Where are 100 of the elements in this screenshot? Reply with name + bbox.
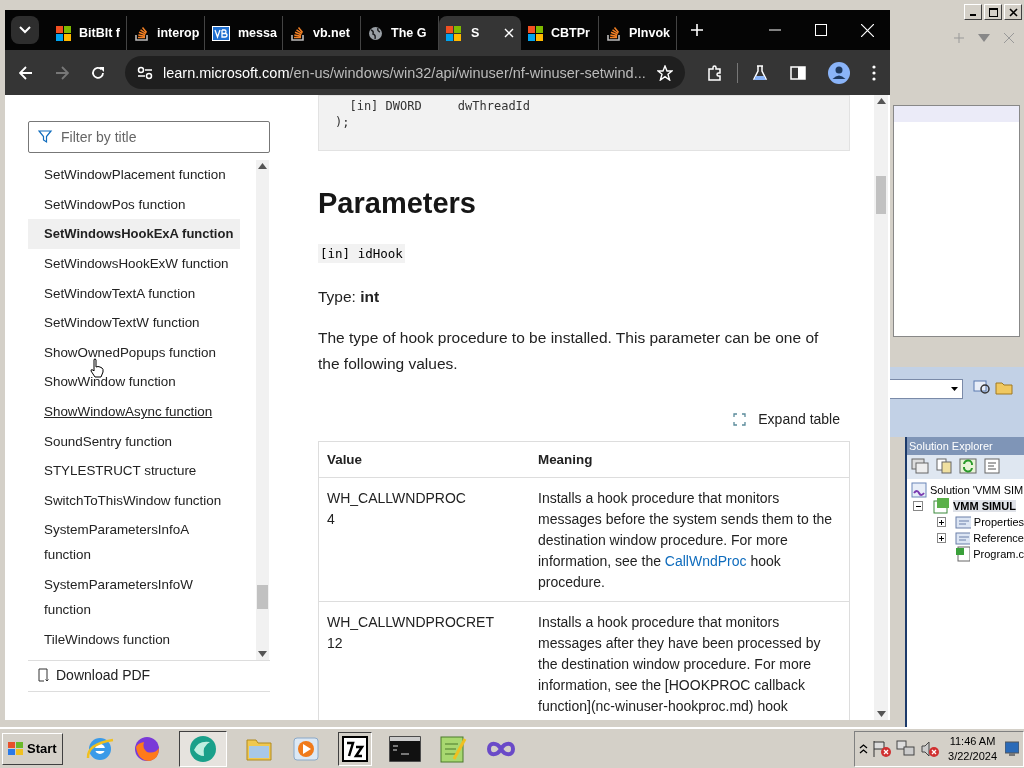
tree-item[interactable]: Reference (973, 532, 1024, 544)
plus-icon (938, 534, 945, 542)
volume-muted-icon[interactable] (920, 739, 941, 758)
filter-icon (38, 130, 53, 144)
scrollbar[interactable] (256, 160, 269, 660)
document-icon (38, 668, 50, 682)
browser-tab[interactable]: S (439, 16, 521, 50)
extensions-icon[interactable] (707, 64, 723, 81)
minimize-icon (970, 14, 976, 16)
toc-link[interactable]: ShowOwnedPopups function (28, 337, 230, 368)
forward-icon[interactable] (55, 65, 69, 80)
minimize-button[interactable] (964, 4, 982, 20)
toc-link[interactable]: SystemParametersInfoW function (28, 569, 230, 625)
find-icon[interactable] (973, 379, 991, 395)
toc-link[interactable]: TileWindows function (28, 624, 230, 654)
expand-toggle[interactable] (937, 517, 947, 527)
maximize-button[interactable] (984, 4, 1002, 20)
toc-link[interactable]: SetWindowPlacement function (28, 160, 230, 190)
terminal-icon[interactable] (388, 735, 421, 762)
expand-toggle[interactable] (937, 533, 946, 543)
stack-icon (134, 25, 149, 41)
section-heading: Parameters (318, 187, 477, 220)
address-bar[interactable]: learn.microsoft.com/en-us/windows/win32/api/winuser/nf-winuser-setwind... (125, 56, 685, 89)
microsoft-logo-icon (446, 25, 461, 41)
scroll-down-icon[interactable] (876, 711, 886, 717)
toc-link[interactable]: SetWindowTextW function (28, 307, 230, 338)
windows-flag-icon (8, 741, 24, 756)
solution-icon (911, 482, 927, 498)
maximize-icon[interactable] (815, 24, 827, 36)
toc-link[interactable]: SetWindowsHookExW function (28, 248, 230, 279)
meaning-text: Installs a hook procedure that monitors messages after they have been processed by the destination window procedure. For more information, see the [HOOKPROC callback function](nc-winuser-hookproc.md) hook (538, 613, 822, 716)
tab-search-button[interactable] (11, 16, 39, 44)
clock-date: 3/22/2024 (948, 748, 997, 764)
archive-app-icon (341, 735, 368, 762)
file-icon (954, 546, 971, 562)
toc-link[interactable]: SetWindowsHookExA function (28, 219, 240, 249)
scrollbar[interactable] (874, 95, 888, 720)
back-icon[interactable] (19, 65, 33, 80)
toc-link[interactable]: SoundSentry function (28, 426, 230, 456)
stack-icon (606, 25, 621, 41)
flask-icon[interactable] (752, 64, 768, 81)
chevron-down-icon (19, 26, 31, 34)
menu-icon[interactable] (872, 64, 876, 81)
link[interactable]: CallWndProc (664, 553, 747, 569)
tree-item[interactable]: Properties (973, 516, 1024, 528)
refresh-icon[interactable] (959, 458, 977, 474)
start-button[interactable]: Start (2, 732, 63, 765)
type-text: Type: int (318, 287, 381, 307)
expand-icon (733, 412, 747, 426)
constant-name: WH_CALLWNDPROCRET (327, 613, 495, 632)
new-tab-icon[interactable] (691, 24, 703, 36)
reload-icon[interactable] (91, 65, 105, 80)
clock-time: 11:46 AM (949, 733, 996, 749)
taskbar-button[interactable] (178, 730, 227, 767)
code-block: [in] DWORD dwThreadId ); (318, 95, 850, 151)
meaning-text: Installs a hook procedure that monitors messages before the system sends them to the destination window procedure. For more information, see the CallWndProc hook procedure. (538, 489, 834, 592)
toc-link[interactable]: SetWindowTextA function (28, 278, 230, 308)
scroll-thumb[interactable] (876, 176, 886, 214)
panel-title: Solution Explorer (907, 437, 1024, 455)
toc-link[interactable]: ShowWindow function (28, 367, 230, 397)
close-button[interactable] (1004, 4, 1022, 20)
scroll-down-icon[interactable] (258, 651, 267, 657)
constant-value: 4 (327, 510, 336, 529)
monitor-icon[interactable] (1005, 740, 1019, 757)
site-settings-icon[interactable] (137, 65, 153, 80)
scroll-up-icon[interactable] (876, 98, 886, 104)
scroll-up-icon[interactable] (258, 163, 267, 169)
vb-logo-icon (212, 25, 230, 41)
toc-link[interactable]: STYLESTRUCT structure (28, 455, 230, 486)
column-header: Meaning (530, 441, 850, 478)
taskbar-button[interactable] (337, 731, 372, 766)
properties-icon[interactable] (911, 458, 929, 474)
close-tab-icon[interactable] (504, 28, 514, 38)
expand-toggle[interactable] (913, 501, 923, 511)
filter-field[interactable]: Filter by title (28, 121, 270, 153)
flag-icon[interactable] (872, 739, 893, 758)
project-icon (932, 498, 950, 514)
toc-link[interactable]: SwitchToThisWindow function (28, 485, 230, 516)
toc-link[interactable]: SystemParametersInfoA function (28, 515, 230, 570)
tree-item[interactable]: Program.c (973, 548, 1024, 560)
globe-icon (368, 25, 383, 41)
side-panel-icon[interactable] (790, 65, 806, 80)
tree-item[interactable]: VMM SIMUL (953, 500, 1016, 512)
bookmark-star-icon[interactable] (657, 64, 673, 81)
toc-link[interactable]: ShowWindowAsync function (28, 396, 230, 427)
profile-avatar-icon[interactable] (828, 61, 850, 84)
combo-box[interactable] (889, 379, 963, 399)
hand-cursor-icon (90, 358, 104, 378)
network-icon[interactable] (896, 739, 917, 758)
show-hidden-icon[interactable] (859, 742, 869, 755)
parameter-name: [in] idHook (318, 244, 405, 263)
scroll-thumb[interactable] (257, 585, 268, 609)
close-icon (1008, 7, 1018, 17)
tree-item[interactable]: Solution 'VMM SIM (930, 484, 1024, 496)
constant-value: 12 (327, 634, 344, 653)
microsoft-logo-icon (56, 25, 71, 41)
toc-link[interactable]: SetWindowPos function (28, 189, 230, 220)
expand-table-button[interactable]: Expand table (733, 411, 840, 427)
download-pdf-link[interactable]: Download PDF (28, 660, 270, 692)
copy-icon[interactable] (935, 458, 953, 474)
